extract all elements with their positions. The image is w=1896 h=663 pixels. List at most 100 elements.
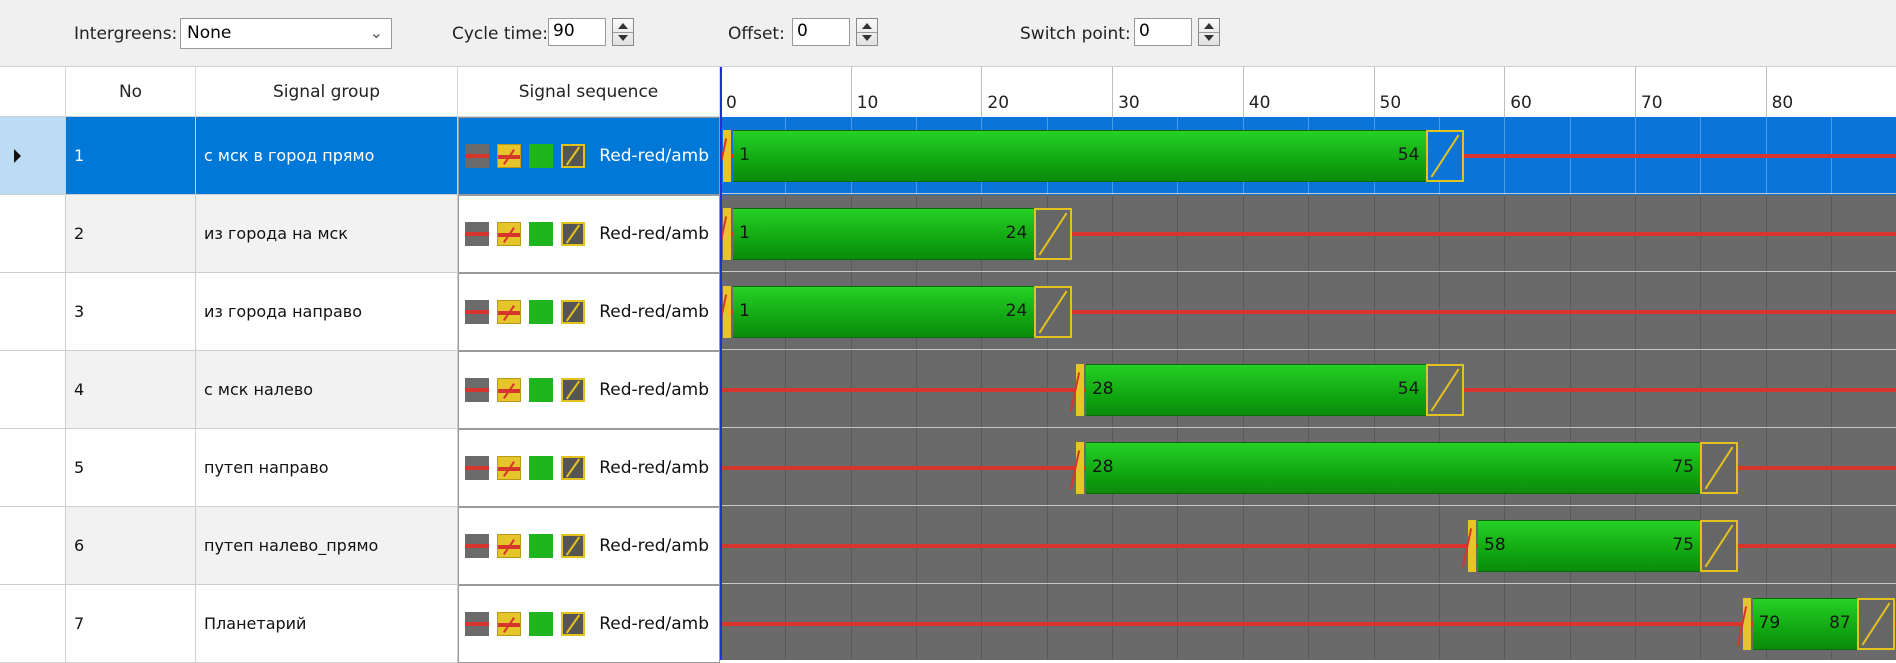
red-amber-signal-icon — [497, 534, 521, 558]
axis-tick-label: 0 — [726, 93, 737, 113]
axis-tick-label: 50 — [1379, 93, 1402, 113]
signal-sequence-cell[interactable]: Red-red/amb — [458, 273, 720, 351]
axis-tick — [1242, 67, 1244, 117]
green-phase[interactable] — [1478, 520, 1701, 572]
signal-sequence-label: Red-red/amb — [599, 146, 709, 166]
green-start-label: 1 — [739, 145, 750, 165]
amber-signal-icon — [561, 534, 585, 558]
red-amber-signal-icon — [497, 300, 521, 324]
green-signal-icon — [529, 144, 553, 168]
signal-group-name[interactable]: путеп направо — [196, 429, 458, 507]
signal-group-name[interactable]: Планетарий — [196, 585, 458, 663]
red-signal-icon — [465, 456, 489, 480]
signal-sequence-cell[interactable]: Red-red/amb — [458, 585, 720, 663]
cycle-time-spinner[interactable] — [612, 18, 634, 46]
spin-up-icon — [1204, 23, 1214, 29]
lane-separator — [720, 505, 1896, 506]
row-selector[interactable] — [0, 429, 66, 507]
red-signal-icon — [465, 144, 489, 168]
lane-separator — [720, 271, 1896, 272]
cycle-time-input[interactable]: 90 — [548, 18, 606, 46]
column-header-signal-group[interactable]: Signal group — [196, 67, 458, 117]
green-phase[interactable] — [733, 286, 1034, 338]
row-number: 3 — [66, 273, 196, 351]
green-start-label: 58 — [1484, 535, 1506, 555]
axis-tick-label: 60 — [1510, 93, 1532, 113]
signal-group-name[interactable]: путеп налево_прямо — [196, 507, 458, 585]
row-selector[interactable] — [0, 195, 66, 273]
red-signal-icon — [465, 534, 489, 558]
spin-up-icon — [862, 23, 872, 29]
signal-lane[interactable]: 58 75 — [720, 507, 1896, 585]
signal-lane[interactable]: 1 24 — [720, 195, 1896, 273]
amber-phase — [1425, 130, 1464, 182]
signal-sequence-label: Red-red/amb — [599, 224, 709, 244]
amber-signal-icon — [561, 300, 585, 324]
signal-sequence-label: Red-red/amb — [599, 380, 709, 400]
row-selector[interactable] — [0, 117, 66, 195]
green-phase[interactable] — [733, 208, 1034, 260]
green-end-label: 54 — [1397, 379, 1420, 399]
green-end-label: 24 — [1005, 301, 1028, 321]
green-start-label: 1 — [739, 223, 750, 243]
chevron-down-icon: ⌄ — [369, 23, 383, 42]
red-signal-icon — [465, 612, 489, 636]
row-number: 7 — [66, 585, 196, 663]
intergreens-value: None — [187, 23, 232, 43]
signal-lane[interactable]: 28 54 — [720, 351, 1896, 429]
row-selector[interactable] — [0, 351, 66, 429]
red-amber-signal-icon — [497, 612, 521, 636]
row-pointer-icon — [14, 149, 21, 163]
green-phase[interactable] — [733, 130, 1426, 182]
signal-sequence-label: Red-red/amb — [599, 458, 709, 478]
lane-separator — [720, 193, 1896, 194]
signal-sequence-label: Red-red/amb — [599, 536, 709, 556]
axis-tick — [981, 67, 983, 117]
red-signal-icon — [465, 300, 489, 324]
amber-phase — [1033, 208, 1072, 260]
amber-signal-icon — [561, 612, 585, 636]
green-end-label: 87 — [1829, 613, 1851, 633]
green-start-label: 28 — [1091, 379, 1114, 399]
spin-up-icon — [618, 23, 628, 29]
signal-group-name[interactable]: с мск налево — [196, 351, 458, 429]
signal-timeline[interactable]: 0102030405060708090 15412412428542875587… — [720, 67, 1896, 660]
signal-sequence-cell[interactable]: Red-red/amb — [458, 195, 720, 273]
row-selector[interactable] — [0, 507, 66, 585]
signal-sequence-cell[interactable]: Red-red/amb — [458, 429, 720, 507]
offset-input[interactable]: 0 — [792, 18, 850, 46]
signal-sequence-label: Red-red/amb — [599, 302, 709, 322]
green-start-label: 79 — [1758, 613, 1781, 633]
switch-point-input[interactable]: 0 — [1134, 18, 1192, 46]
axis-tick-label: 40 — [1248, 93, 1271, 113]
switch-point-label: Switch point: — [1020, 24, 1131, 44]
green-phase[interactable] — [1085, 442, 1701, 494]
red-amber-signal-icon — [497, 144, 521, 168]
signal-group-name[interactable]: с мск в город прямо — [196, 117, 458, 195]
red-amber-phase — [723, 130, 732, 182]
offset-spinner[interactable] — [856, 18, 878, 46]
green-end-label: 54 — [1397, 145, 1420, 165]
signal-group-name[interactable]: из города направо — [196, 273, 458, 351]
green-signal-icon — [529, 378, 553, 402]
signal-sequence-cell[interactable]: Red-red/amb — [458, 351, 720, 429]
green-end-label: 24 — [1005, 223, 1028, 243]
signal-group-name[interactable]: из города на мск — [196, 195, 458, 273]
column-header-signal-sequence[interactable]: Signal sequence — [458, 67, 720, 117]
row-selector[interactable] — [0, 273, 66, 351]
red-amber-phase — [1742, 598, 1751, 650]
green-end-label: 75 — [1672, 457, 1694, 477]
axis-tick-label: 10 — [856, 93, 879, 113]
row-selector[interactable] — [0, 585, 66, 663]
intergreens-dropdown[interactable]: None ⌄ — [180, 18, 392, 49]
signal-lane[interactable]: 1 24 — [720, 273, 1896, 351]
signal-sequence-cell[interactable]: Red-red/amb — [458, 117, 720, 195]
signal-lane[interactable]: 79 87 — [720, 585, 1896, 660]
signal-sequence-cell[interactable]: Red-red/amb — [458, 507, 720, 585]
toolbar: Intergreens: None ⌄ Cycle time: 90 Offse… — [0, 0, 1896, 67]
signal-lane[interactable]: 28 75 — [720, 429, 1896, 507]
green-phase[interactable] — [1085, 364, 1426, 416]
signal-lane[interactable]: 1 54 — [720, 117, 1896, 195]
column-header-no[interactable]: No — [66, 67, 196, 117]
switch-point-spinner[interactable] — [1198, 18, 1220, 46]
